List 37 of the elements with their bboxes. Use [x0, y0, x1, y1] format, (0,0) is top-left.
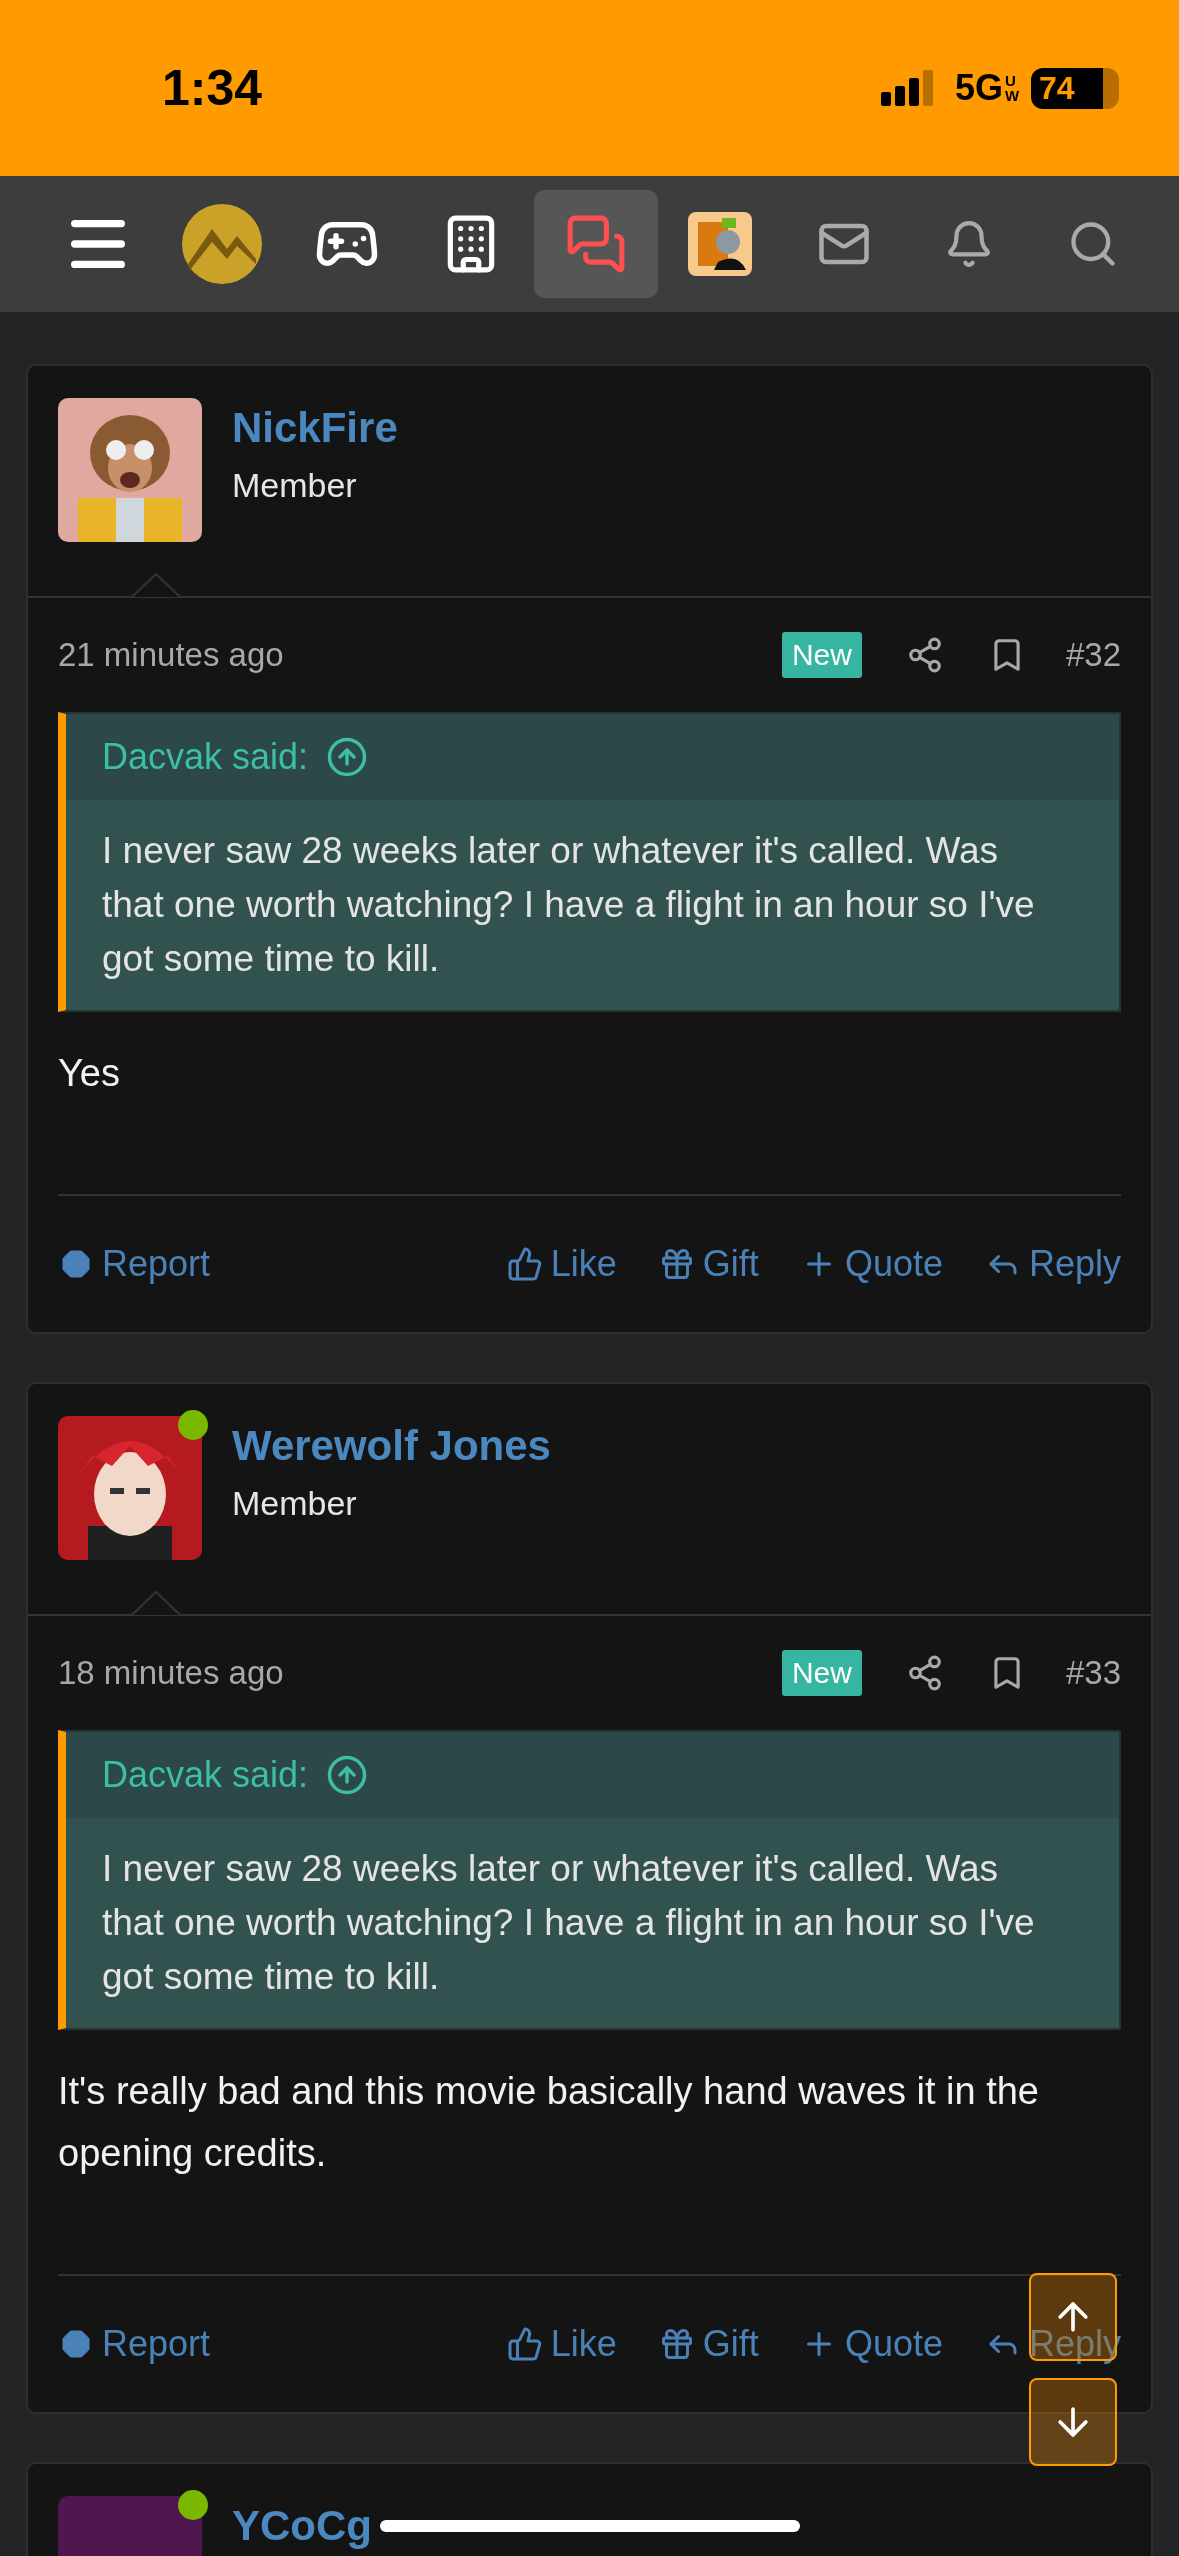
post-message: It's really bad and this movie basically hand waves it in the opening credits. [58, 2030, 1121, 2276]
action-link[interactable]: Gift [658, 2323, 759, 2365]
quote-author[interactable]: Dacvak said: [102, 1754, 309, 1796]
new-badge: New [781, 632, 862, 678]
action-link[interactable]: Like [506, 1243, 617, 1285]
arrow-up-icon[interactable] [326, 1754, 369, 1796]
thumbs-up-icon [506, 1246, 543, 1282]
user-role: Member [232, 466, 358, 505]
network-sub-label: UW [1005, 73, 1019, 103]
quote-text: I never saw 28 weeks later or whatever it's called. Was that one worth watching? I have a flight in an hour so I've got some time to kill. [66, 800, 1119, 1010]
action-link[interactable]: Like [506, 2323, 617, 2365]
post-number[interactable]: #33 [1065, 1654, 1121, 1692]
username[interactable]: Werewolf Jones [232, 1422, 551, 1470]
action-link[interactable]: Quote [800, 2323, 943, 2365]
scroll-down-button[interactable] [1029, 2378, 1117, 2466]
post-number[interactable]: #32 [1065, 636, 1121, 674]
report-link[interactable]: Report [58, 2323, 211, 2365]
arrow-up-icon[interactable] [326, 736, 369, 778]
status-time: 1:34 [162, 59, 264, 117]
post-time[interactable]: 21 minutes ago [58, 636, 782, 674]
user-role: Member [232, 1484, 358, 1523]
logo-icon[interactable] [182, 204, 263, 284]
action-link[interactable]: Quote [800, 1243, 943, 1285]
post-time[interactable]: 18 minutes ago [58, 1654, 782, 1692]
action-link[interactable]: Gift [658, 1243, 759, 1285]
new-badge: New [781, 1650, 862, 1696]
post-message: Yes [58, 1012, 1121, 1196]
thumbs-up-icon [506, 2326, 543, 2362]
signal-icon [880, 70, 935, 106]
username[interactable]: YCoCg [232, 2502, 372, 2550]
battery-level: 74 [1031, 67, 1119, 109]
report-link[interactable]: Report [58, 1243, 211, 1285]
action-link[interactable]: Reply [984, 1243, 1121, 1285]
network-label: 5G [954, 67, 1003, 109]
username[interactable]: NickFire [232, 404, 398, 452]
quote-text: I never saw 28 weeks later or whatever it's called. Was that one worth watching? I have a flight in an hour so I've got some time to kill. [66, 1818, 1119, 2028]
quote-author[interactable]: Dacvak said: [102, 736, 309, 778]
